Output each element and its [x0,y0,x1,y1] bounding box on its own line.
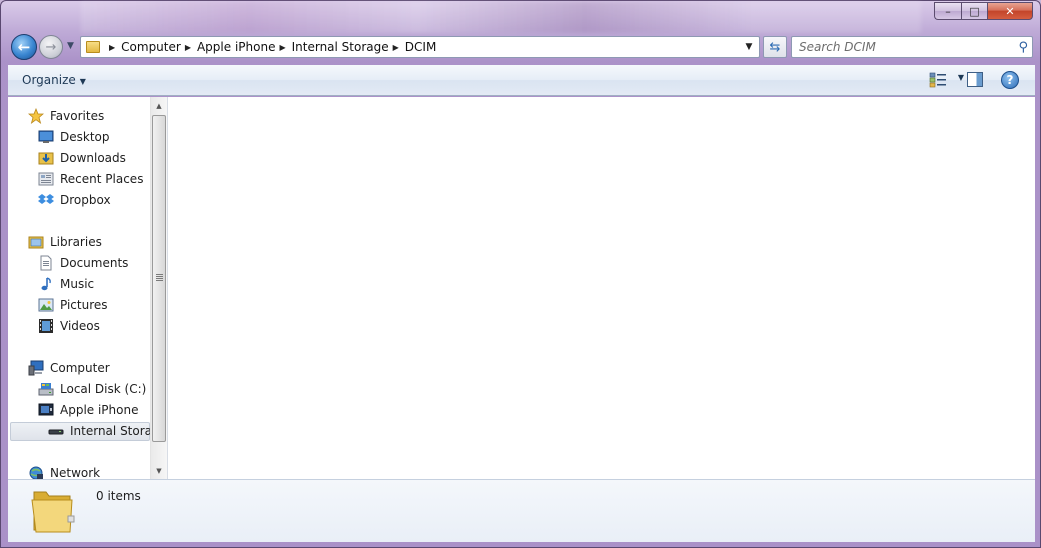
search-box[interactable]: ⚲ [791,36,1033,58]
sidebar-item-label: Videos [60,319,100,333]
sidebar-item-videos[interactable]: Videos [38,316,100,336]
command-bar: Organize ▼ ▼ ? [8,65,1035,96]
sidebar-item-local-disk[interactable]: Local Disk (C:) [38,379,146,399]
search-input[interactable] [799,40,999,54]
folder-icon [86,41,100,53]
back-arrow-icon: ← [17,38,31,56]
navigation-pane: Favorites Desktop Downloads Recent Place… [8,97,150,479]
star-icon [28,108,44,124]
sidebar-item-internal-storage[interactable]: Internal Storage [48,421,150,441]
forward-arrow-icon: → [45,39,57,55]
breadcrumb-computer[interactable]: Computer [121,40,181,54]
help-icon: ? [1006,73,1014,87]
window-controls: – □ ✕ [934,2,1033,20]
help-button[interactable]: ? [1001,71,1019,89]
sidebar-group-label: Favorites [50,109,105,123]
sidebar-group-favorites[interactable]: Favorites [28,106,104,126]
sidebar-item-label: Local Disk (C:) [60,382,147,396]
network-icon [29,466,43,479]
grip-icon [156,274,163,281]
more-views-dropdown[interactable]: ▼ [958,73,964,82]
sidebar-item-label: Internal Storage [70,424,150,438]
sidebar-group-label: Computer [50,361,110,375]
items-count: 0 items [96,489,141,503]
downloads-icon [38,152,54,165]
scroll-up-arrow-icon[interactable]: ▲ [151,97,167,114]
refresh-icon: ⇆ [769,39,781,55]
sidebar-group-label: Libraries [50,235,102,249]
maximize-button[interactable]: □ [961,2,987,20]
change-view-icon[interactable] [929,72,947,88]
sidebar-item-desktop[interactable]: Desktop [38,127,110,147]
forward-button[interactable]: → [39,35,63,59]
desktop-icon [38,130,54,143]
preview-pane-icon[interactable] [967,72,983,87]
scrollbar-thumb[interactable] [152,115,166,442]
local-disk-icon [38,383,54,396]
breadcrumb-apple-iphone[interactable]: Apple iPhone [197,40,275,54]
sidebar-item-label: Downloads [60,151,126,165]
refresh-button[interactable]: ⇆ [763,36,787,58]
breadcrumb-dcim[interactable]: DCIM [405,40,437,54]
documents-icon [40,255,52,271]
chevron-down-icon: ▼ [79,77,86,86]
recent-pages-dropdown[interactable]: ▼ [67,41,74,51]
libraries-icon [28,236,44,249]
sidebar-item-label: Pictures [60,298,108,312]
storage-icon [48,429,64,435]
dropbox-icon [38,194,54,204]
sidebar-item-label: Dropbox [60,193,111,207]
sidebar-group-network[interactable]: Network [28,463,100,479]
explorer-window: – □ ✕ ← → ▼ ▶ Computer ▶ Apple iPhone ▶ … [0,0,1041,548]
sidebar-item-label: Apple iPhone [60,403,139,417]
breadcrumb-separator[interactable]: ▶ [109,43,115,52]
file-list-pane[interactable] [168,97,1035,479]
sidebar-item-apple-iphone[interactable]: Apple iPhone [38,400,138,420]
search-icon[interactable]: ⚲ [1018,40,1028,55]
back-button[interactable]: ← [11,34,37,60]
breadcrumb-separator[interactable]: ▶ [279,43,285,52]
close-button[interactable]: ✕ [987,2,1033,20]
organize-button[interactable]: Organize ▼ [22,73,86,87]
recent-places-icon [38,172,54,186]
sidebar-group-computer[interactable]: Computer [28,358,110,378]
folder-icon [31,491,75,533]
scroll-down-arrow-icon[interactable]: ▼ [151,462,167,479]
computer-icon [28,360,44,376]
sidebar-item-music[interactable]: Music [38,274,94,294]
organize-label: Organize [22,73,76,87]
music-icon [41,277,51,291]
explorer-content: Favorites Desktop Downloads Recent Place… [8,97,1035,479]
breadcrumb-internal-storage[interactable]: Internal Storage [292,40,389,54]
sidebar-item-downloads[interactable]: Downloads [38,148,126,168]
sidebar-item-label: Recent Places [60,172,144,186]
breadcrumb-separator[interactable]: ▶ [185,43,191,52]
pictures-icon [38,298,54,312]
sidebar-item-label: Desktop [60,130,110,144]
title-bar-background [81,1,921,33]
sidebar-item-label: Documents [60,256,129,270]
navigation-bar: ← → ▼ ▶ Computer ▶ Apple iPhone ▶ Intern… [9,33,1036,61]
sidebar-item-dropbox[interactable]: Dropbox [38,190,111,210]
sidebar-group-label: Network [50,466,101,479]
details-pane: 0 items [8,479,1035,542]
sidebar-item-documents[interactable]: Documents [38,253,128,273]
sidebar-item-pictures[interactable]: Pictures [38,295,108,315]
navigation-pane-scrollbar[interactable]: ▲ ▼ [150,97,167,479]
address-bar[interactable]: ▶ Computer ▶ Apple iPhone ▶ Internal Sto… [80,36,760,58]
sidebar-item-label: Music [60,277,95,291]
minimize-button[interactable]: – [934,2,961,20]
videos-icon [39,319,53,333]
iphone-icon [38,403,54,416]
address-dropdown-button[interactable]: ▼ [741,37,757,57]
breadcrumb-separator[interactable]: ▶ [393,43,399,52]
sidebar-item-recent-places[interactable]: Recent Places [38,169,143,189]
sidebar-group-libraries[interactable]: Libraries [28,232,102,252]
